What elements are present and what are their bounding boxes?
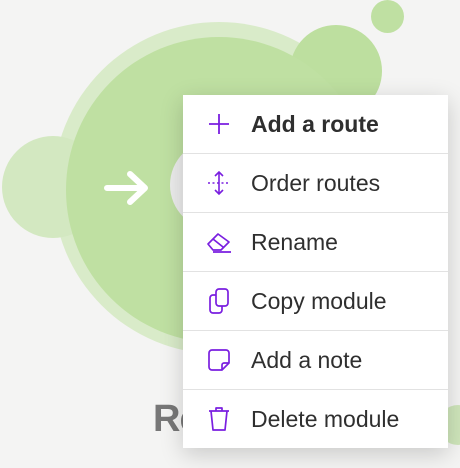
menu-item-add-note[interactable]: Add a note bbox=[183, 330, 448, 389]
menu-item-copy-module[interactable]: Copy module bbox=[183, 271, 448, 330]
copy-icon bbox=[205, 287, 233, 315]
menu-item-label: Delete module bbox=[251, 405, 400, 432]
menu-item-label: Rename bbox=[251, 228, 338, 255]
menu-item-label: Add a route bbox=[251, 110, 379, 137]
menu-item-label: Order routes bbox=[251, 169, 381, 196]
menu-item-add-route[interactable]: Add a route bbox=[183, 95, 448, 153]
context-menu: Add a route Order routes Rename Copy mod… bbox=[183, 95, 448, 448]
menu-item-label: Add a note bbox=[251, 346, 363, 373]
menu-item-label: Copy module bbox=[251, 287, 387, 314]
menu-item-order-routes[interactable]: Order routes bbox=[183, 153, 448, 212]
plus-icon bbox=[205, 110, 233, 138]
arrow-right-icon bbox=[104, 171, 148, 205]
eraser-icon bbox=[205, 228, 233, 256]
note-icon bbox=[205, 346, 233, 374]
trash-icon bbox=[205, 405, 233, 433]
order-icon bbox=[205, 169, 233, 197]
menu-item-rename[interactable]: Rename bbox=[183, 212, 448, 271]
menu-item-delete-module[interactable]: Delete module bbox=[183, 389, 448, 448]
bubble-dot bbox=[371, 0, 404, 33]
